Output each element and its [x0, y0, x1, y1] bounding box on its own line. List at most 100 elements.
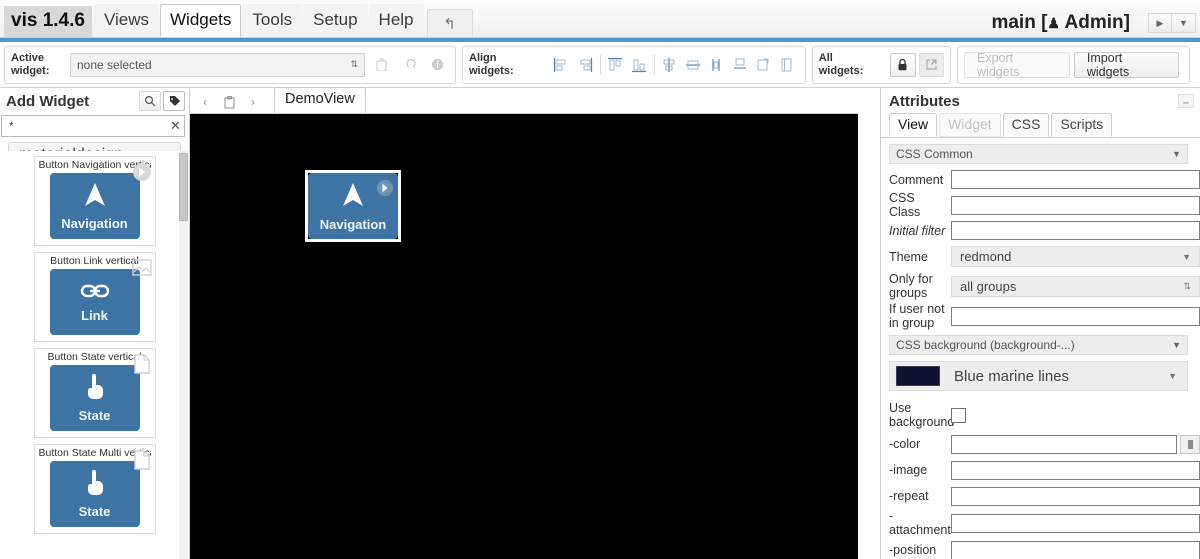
equal-height-icon[interactable] [776, 53, 798, 77]
tab-scripts[interactable]: Scripts [1051, 113, 1113, 137]
chevron-down-icon[interactable]: ▼ [1172, 13, 1196, 33]
tab-widget: Widget [939, 113, 1001, 137]
hand-pointer-icon [83, 373, 107, 403]
color-picker-icon[interactable] [1180, 434, 1200, 454]
field-bg-color: -color [889, 431, 1200, 457]
initial-filter-input[interactable] [951, 221, 1200, 240]
tab-css[interactable]: CSS [1002, 113, 1050, 137]
field-comment: Comment [889, 168, 1200, 191]
import-widgets-button[interactable]: Import widgets [1073, 51, 1179, 79]
page-badge-icon [131, 353, 153, 375]
trash-icon[interactable] [369, 53, 393, 77]
widget-list-scrollbar[interactable] [179, 153, 188, 221]
toolbar-divider [653, 54, 655, 75]
menu-tab-setup[interactable]: Setup [303, 4, 368, 37]
bg-image-input[interactable] [951, 460, 1200, 480]
comment-input[interactable] [951, 170, 1200, 189]
clipboard-icon[interactable] [218, 91, 240, 113]
section-css-background[interactable]: CSS background (background-...) ▼ [889, 335, 1188, 355]
tab-view[interactable]: View [889, 113, 938, 137]
menu-bar-right: main [♟ Admin] ▶ ▼ [991, 12, 1200, 37]
list-item[interactable]: Button Link vertical Link [33, 252, 156, 342]
field-only-for-groups: Only for groups all groups ⇅ [889, 271, 1200, 301]
align-h-center-icon[interactable] [659, 53, 681, 77]
widget-preview[interactable]: State [49, 461, 140, 527]
only-for-groups-select[interactable]: all groups ⇅ [951, 275, 1200, 297]
info-icon[interactable] [425, 53, 449, 77]
equal-width-icon[interactable] [753, 53, 775, 77]
chevron-updown-icon: ⇅ [350, 59, 358, 69]
field-initial-filter-label: Initial filter [889, 223, 946, 238]
field-comment-label: Comment [889, 172, 944, 187]
chevron-down-icon: ▼ [1168, 371, 1177, 381]
field-if-user-not-label: If user not in group [889, 302, 945, 330]
bg-position-input[interactable] [951, 540, 1200, 559]
list-item[interactable]: Button Navigation vertical Navigation [33, 156, 156, 246]
chevron-right-icon[interactable]: › [242, 91, 264, 113]
align-right-icon[interactable] [574, 53, 596, 77]
active-widget-value: none selected [77, 57, 152, 72]
field-css-class-label: CSS Class [889, 191, 921, 219]
background-preset-select[interactable]: Blue marine lines ▼ [889, 361, 1188, 391]
toolbar-divider [599, 54, 601, 75]
field-theme: Theme redmond ▼ [889, 242, 1200, 271]
bg-repeat-input[interactable] [951, 486, 1200, 506]
undo-icon[interactable]: ↰ [426, 9, 473, 37]
theme-select[interactable]: redmond ▼ [951, 246, 1200, 267]
if-user-not-in-group-input[interactable] [951, 306, 1200, 326]
list-item[interactable]: Button State Multi vertical State [33, 444, 156, 534]
tag-icon[interactable] [163, 91, 185, 111]
menu-tab-widgets[interactable]: Widgets [160, 4, 242, 37]
chevron-down-icon: ▼ [1172, 149, 1181, 159]
minimize-icon[interactable]: ━ [1178, 94, 1194, 108]
css-class-input[interactable] [951, 195, 1200, 215]
field-theme-label: Theme [889, 249, 928, 264]
attributes-tab-bar: View Widget CSS Scripts [881, 113, 1200, 138]
navigation-arrow-icon [82, 181, 108, 211]
lock-icon[interactable] [890, 52, 916, 77]
distribute-v-icon[interactable] [729, 53, 751, 77]
bg-color-input[interactable] [951, 434, 1177, 454]
widget-preview[interactable]: Navigation [49, 173, 140, 239]
arrow-right-badge-icon [374, 177, 396, 199]
search-icon[interactable] [139, 91, 161, 111]
export-widgets-button[interactable]: Export widgets [964, 51, 1070, 79]
widget-preview[interactable]: Link [49, 269, 140, 335]
view-canvas[interactable]: Navigation [190, 114, 858, 559]
widget-filter-field[interactable]: ✕ [1, 115, 185, 137]
use-background-checkbox[interactable] [951, 407, 966, 423]
project-user: Admin] [1059, 12, 1130, 33]
align-top-icon[interactable] [605, 53, 627, 77]
field-css-class: CSS Class [889, 191, 1200, 219]
tab-demoview[interactable]: DemoView [274, 87, 366, 113]
widget-list[interactable]: Button Navigation vertical Navigation Bu… [0, 151, 189, 559]
menu-tab-views[interactable]: Views [93, 4, 159, 37]
widget-filter-input[interactable] [7, 118, 166, 134]
active-widget-select[interactable]: none selected ⇅ [70, 52, 365, 77]
attributes-header: Attributes ━ [881, 88, 1200, 114]
close-icon[interactable]: ✕ [166, 118, 181, 134]
background-color-swatch [896, 366, 940, 386]
expand-icon[interactable] [918, 52, 945, 77]
distribute-h-icon[interactable] [706, 53, 728, 77]
section-css-common[interactable]: CSS Common ▼ [889, 144, 1188, 164]
field-bg-repeat-label: -repeat [889, 489, 929, 503]
undo-arrow-icon[interactable] [397, 53, 421, 77]
field-bg-attachment-label: - attachment [889, 509, 951, 537]
align-v-center-icon[interactable] [682, 53, 704, 77]
align-bottom-icon[interactable] [628, 53, 650, 77]
menu-tab-tools[interactable]: Tools [242, 4, 303, 37]
widget-preview[interactable]: State [49, 365, 140, 431]
section-css-common-label: CSS Common [896, 147, 973, 161]
menu-tab-help[interactable]: Help [368, 4, 424, 37]
list-item[interactable]: Button State vertical State [33, 348, 156, 438]
play-icon[interactable]: ▶ [1148, 13, 1172, 33]
project-title: main [♟ Admin] [991, 12, 1130, 34]
align-left-icon[interactable] [551, 53, 573, 77]
arrow-right-badge-icon [131, 161, 153, 183]
bg-attachment-input[interactable] [951, 513, 1200, 533]
widget-body[interactable]: Navigation [308, 173, 398, 239]
active-widget-group: Active widget: none selected ⇅ [4, 45, 456, 84]
chevron-left-icon[interactable]: ‹ [194, 91, 216, 113]
placed-widget-navigation[interactable]: Navigation [305, 170, 401, 242]
